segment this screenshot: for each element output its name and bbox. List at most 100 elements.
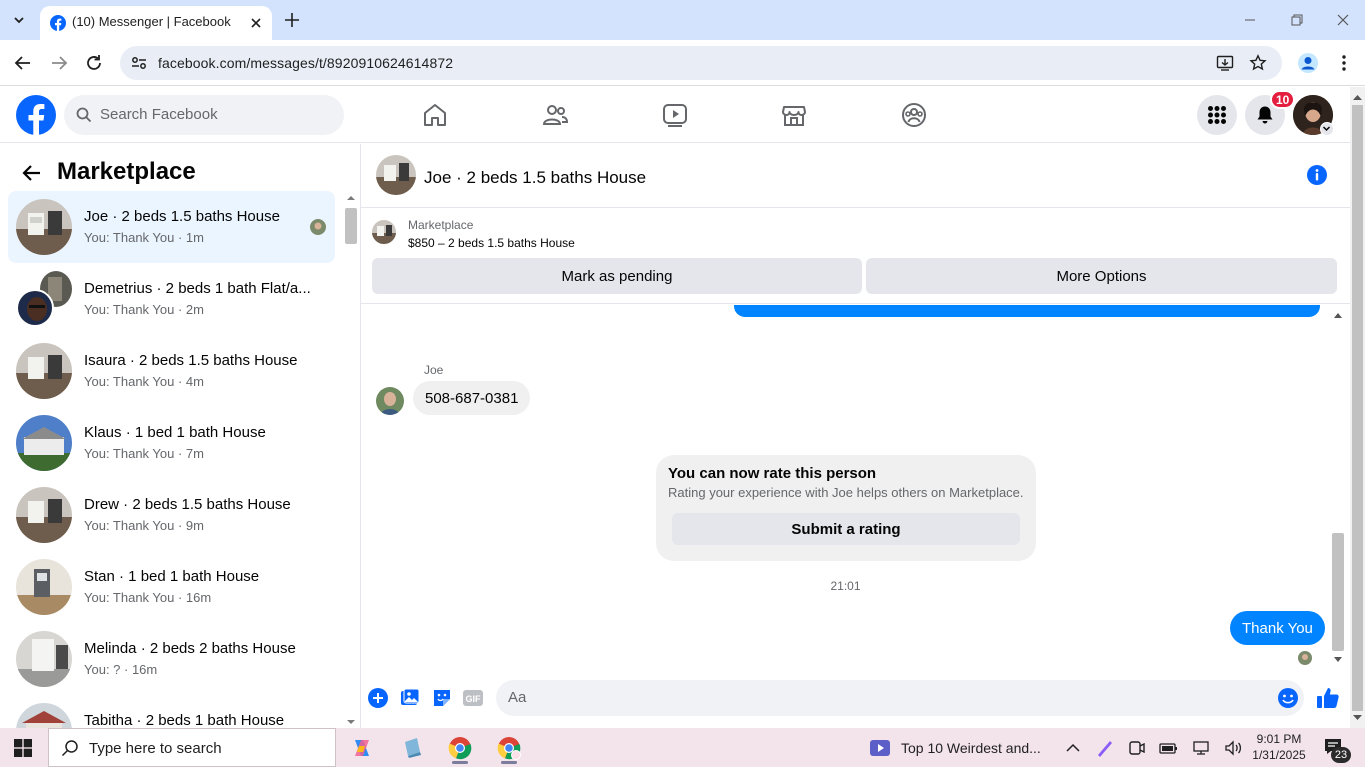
address-bar[interactable]: facebook.com/messages/t/8920910624614872 — [120, 46, 1282, 80]
profile-button[interactable] — [1297, 52, 1319, 74]
mark-as-pending-button[interactable]: Mark as pending — [372, 258, 862, 294]
tray-pen[interactable] — [1095, 738, 1115, 758]
attach-photo-button[interactable] — [399, 687, 421, 709]
listing-thumbnail — [16, 415, 72, 471]
facebook-logo-icon[interactable] — [16, 95, 56, 135]
grid-menu-icon — [1208, 106, 1226, 124]
install-app-icon[interactable] — [1216, 54, 1234, 72]
conversation-item[interactable]: Joe · 2 beds 1.5 baths House You: Thank … — [8, 191, 335, 263]
conversation-title[interactable]: Joe · 2 beds 1.5 baths House — [424, 168, 646, 188]
sticker-icon — [434, 690, 450, 706]
taskbar-news-widget[interactable] — [870, 738, 890, 758]
listing-banner: Marketplace $850 – 2 beds 1.5 baths Hous… — [361, 209, 1350, 304]
plus-icon — [285, 13, 299, 27]
sidebar-scrollbar[interactable] — [344, 192, 358, 728]
svg-text:GIF: GIF — [466, 694, 482, 704]
conversation-preview: You: Thank You · 2m — [84, 302, 204, 317]
listing-thumbnail — [16, 343, 72, 399]
conversation-info-button[interactable] — [1306, 164, 1328, 186]
conversation-item[interactable]: Isaura · 2 beds 1.5 baths House You: Tha… — [8, 335, 335, 407]
message-scrollbar[interactable] — [1330, 305, 1346, 667]
reload-button[interactable] — [83, 52, 105, 74]
conversation-item[interactable]: Drew · 2 beds 1.5 baths House You: Thank… — [8, 479, 335, 551]
conversation-name: Drew · 2 beds 1.5 baths House — [84, 496, 291, 513]
browser-toolbar: facebook.com/messages/t/8920910624614872 — [0, 40, 1365, 86]
conversation-preview: You: Thank You · 4m — [84, 374, 204, 389]
tray-battery[interactable] — [1158, 738, 1178, 758]
conversation-item[interactable]: Stan · 1 bed 1 bath House You: Thank You… — [8, 551, 335, 623]
sender-avatar[interactable] — [376, 387, 404, 415]
received-message-bubble[interactable]: 508-687-0381 — [413, 381, 531, 415]
chevron-up-icon — [1066, 743, 1080, 752]
arrow-right-icon — [52, 56, 68, 70]
listing-thumbnail — [16, 487, 72, 543]
forward-button[interactable] — [48, 52, 70, 74]
menu-button[interactable] — [1197, 95, 1237, 135]
page-scrollbar[interactable] — [1350, 87, 1365, 728]
bookmark-star-icon[interactable] — [1249, 54, 1267, 72]
window-minimize-button[interactable] — [1240, 10, 1260, 30]
new-tab-button[interactable] — [282, 10, 302, 30]
nav-marketplace[interactable] — [780, 101, 808, 129]
browser-menu-button[interactable] — [1333, 52, 1355, 74]
taskbar-copilot[interactable] — [342, 732, 382, 764]
taskbar-chrome-profile[interactable] — [489, 732, 529, 764]
conversation-name: Isaura · 2 beds 1.5 baths House — [84, 352, 298, 369]
taskbar-notepad[interactable] — [392, 732, 432, 764]
send-like-button[interactable] — [1316, 686, 1340, 710]
tab-search-button[interactable] — [6, 8, 32, 32]
nav-groups[interactable] — [900, 101, 928, 129]
account-menu-button[interactable] — [1320, 122, 1334, 136]
site-info-icon — [132, 57, 146, 69]
back-button[interactable] — [12, 52, 34, 74]
conversation-preview: You: Thank You · 1m — [84, 230, 204, 245]
more-options-button[interactable]: More Options — [866, 258, 1337, 294]
show-hidden-icons-button[interactable] — [1063, 738, 1083, 758]
network-icon — [1193, 741, 1209, 755]
nav-friends[interactable] — [541, 101, 569, 129]
tab-close-button[interactable] — [246, 13, 266, 33]
taskbar-clock[interactable]: 9:01 PM 1/31/2025 — [1248, 731, 1310, 763]
conversation-name: Joe · 2 beds 1.5 baths House — [84, 208, 280, 225]
browser-tab-active[interactable]: (10) Messenger | Facebook — [40, 6, 272, 40]
seen-avatar — [310, 219, 326, 235]
conversation-item[interactable]: Melinda · 2 beds 2 baths House You: ? · … — [8, 623, 335, 695]
gif-button[interactable]: GIF — [462, 687, 484, 709]
close-icon — [251, 18, 261, 28]
nav-home[interactable] — [421, 101, 449, 129]
profile-icon — [1298, 53, 1318, 73]
marketplace-icon — [782, 106, 806, 126]
submit-rating-button[interactable]: Submit a rating — [672, 513, 1020, 545]
rating-prompt-description: Rating your experience with Joe helps ot… — [668, 485, 1024, 500]
tray-volume[interactable] — [1223, 738, 1243, 758]
tray-network[interactable] — [1191, 738, 1211, 758]
clock-time: 9:01 PM — [1256, 732, 1302, 746]
conversation-item[interactable]: Tabitha · 2 beds 1 bath House — [8, 695, 335, 728]
taskbar-chrome[interactable] — [440, 732, 480, 764]
conversation-item[interactable]: Klaus · 1 bed 1 bath House You: Thank Yo… — [8, 407, 335, 479]
message-input[interactable]: Aa — [496, 680, 1304, 716]
listing-price-title[interactable]: $850 – 2 beds 1.5 baths House — [408, 236, 575, 250]
tray-meet[interactable] — [1127, 738, 1147, 758]
emoji-icon[interactable] — [1277, 687, 1299, 709]
sticker-button[interactable] — [431, 687, 453, 709]
facebook-search-input[interactable]: Search Facebook — [64, 95, 344, 135]
conversation-name: Tabitha · 2 beds 1 bath House — [84, 712, 285, 728]
copilot-icon — [355, 740, 369, 756]
nav-video[interactable] — [661, 101, 689, 129]
battery-icon — [1159, 743, 1177, 754]
conversation-item[interactable]: Demetrius · 2 beds 1 bath Flat/a... You:… — [8, 263, 335, 335]
window-restore-button[interactable] — [1287, 10, 1307, 30]
back-button[interactable] — [20, 161, 44, 185]
taskbar-news-headline[interactable]: Top 10 Weirdest and... — [901, 740, 1041, 756]
window-close-button[interactable] — [1333, 10, 1353, 30]
sent-message-bubble[interactable]: Thank You — [1230, 611, 1325, 645]
arrow-left-icon — [22, 165, 40, 181]
restore-icon — [1291, 14, 1303, 26]
photo-icon — [401, 688, 420, 705]
more-actions-button[interactable] — [367, 687, 389, 709]
conversation-avatar[interactable] — [376, 155, 416, 195]
taskbar-search-input[interactable]: Type here to search — [48, 728, 336, 767]
start-button[interactable] — [14, 739, 32, 757]
conversation-preview: You: Thank You · 16m — [84, 590, 212, 605]
